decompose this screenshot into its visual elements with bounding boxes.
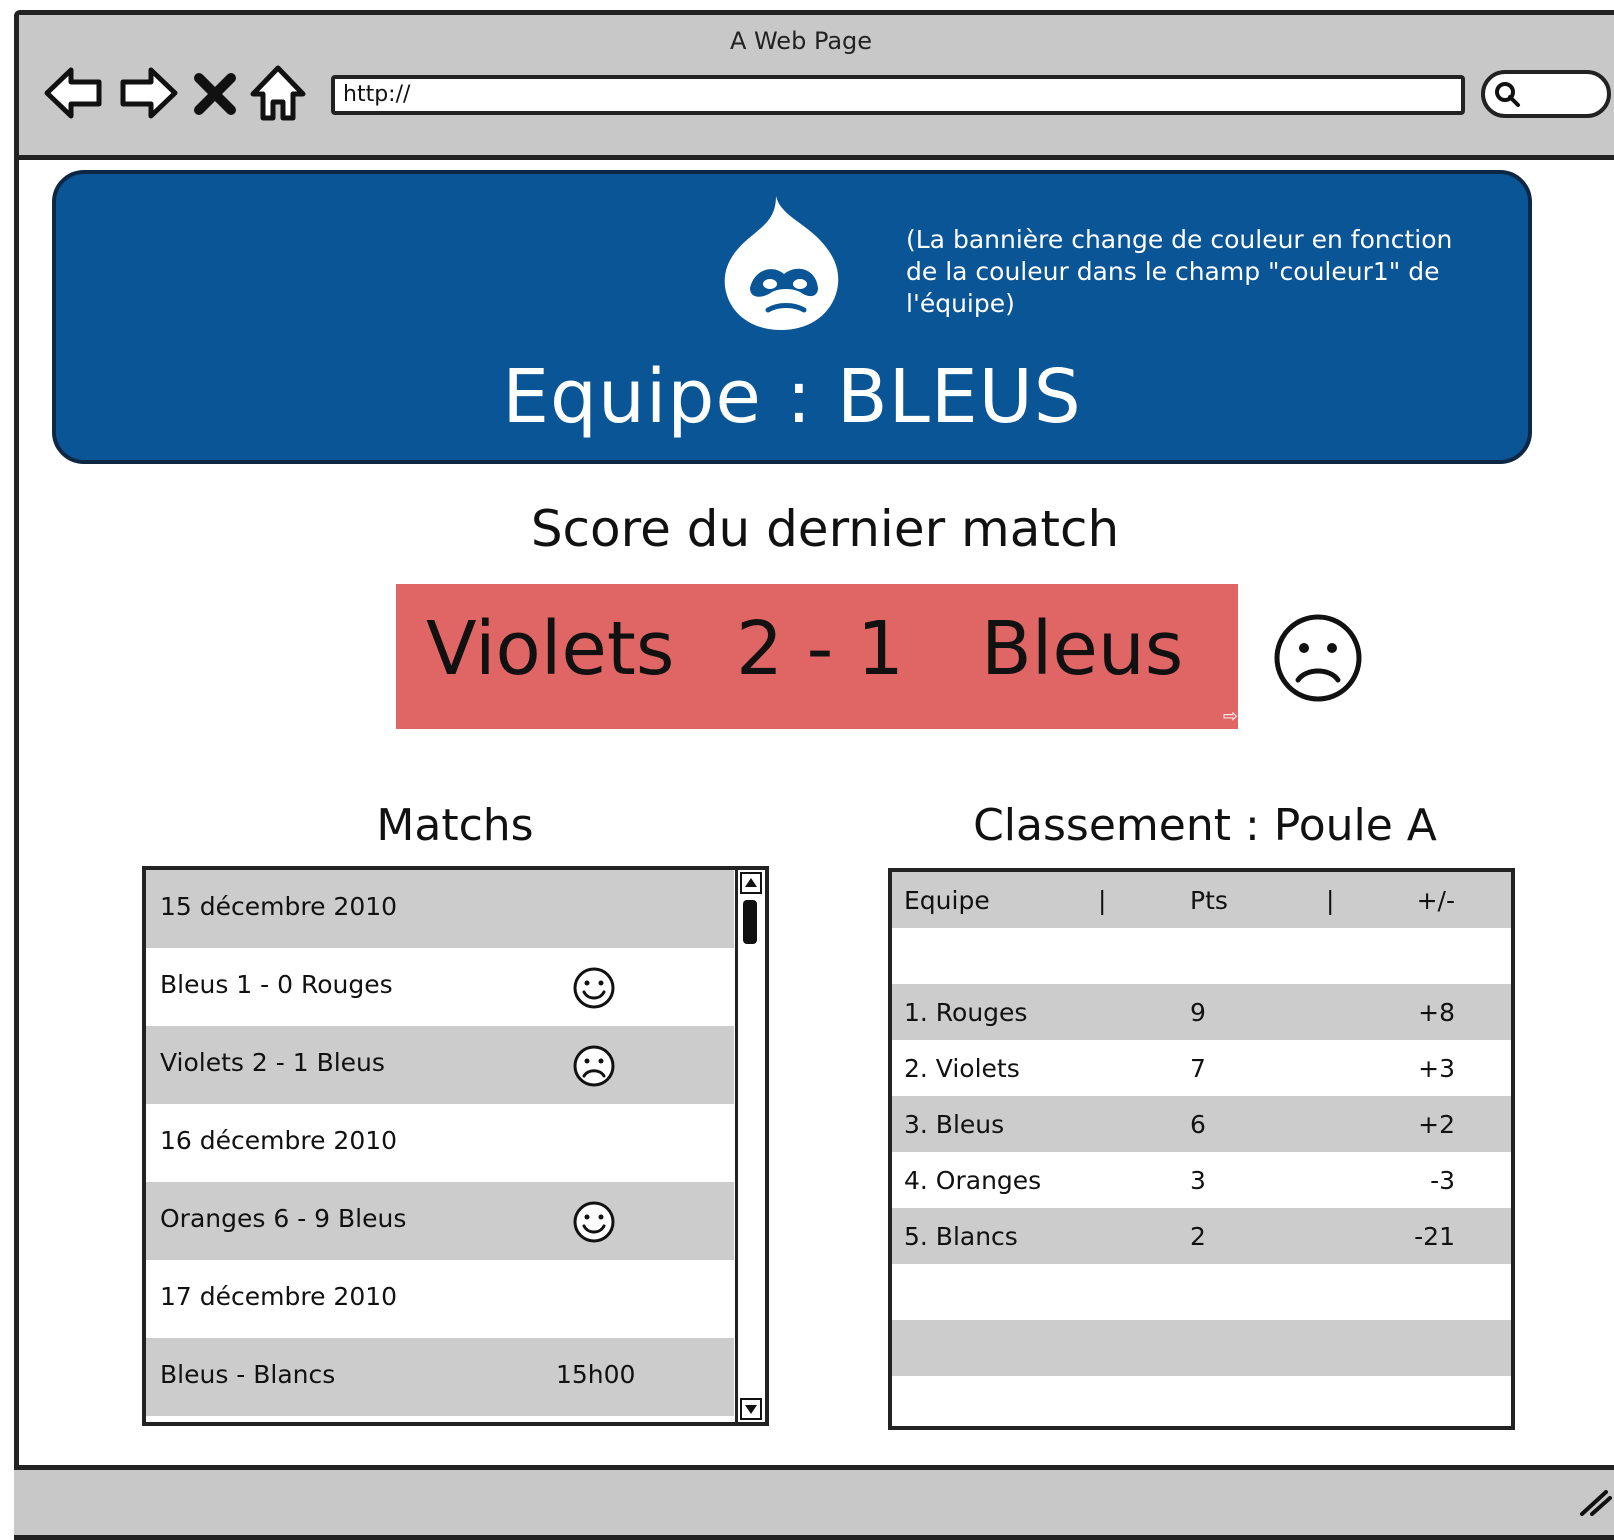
- resize-arrow-icon: ⇨: [1222, 706, 1238, 727]
- goal-difference: -21: [1414, 1222, 1455, 1251]
- list-item[interactable]: 17 décembre 2010: [146, 1260, 734, 1338]
- matches-heading: Matchs: [376, 800, 534, 851]
- happy-face-icon: [573, 967, 615, 1009]
- match-time: 15h00: [556, 1360, 636, 1389]
- search-icon: [1495, 82, 1520, 107]
- table-row: 2. Violets 7 +3: [892, 1040, 1511, 1096]
- drupal-drop-icon: [724, 196, 839, 330]
- last-match-score-box: Violets 2 - 1 Bleus ⇨: [396, 584, 1238, 729]
- forward-arrow-icon[interactable]: [115, 60, 181, 126]
- team-name: 2. Violets: [904, 1054, 1020, 1083]
- goal-difference: +8: [1418, 998, 1455, 1027]
- sad-face-icon: [573, 1045, 615, 1087]
- team-points: 2: [1190, 1222, 1206, 1251]
- matches-list[interactable]: 15 décembre 2010 Bleus 1 - 0 Rouges Viol…: [142, 866, 769, 1426]
- sad-face-icon: [1274, 614, 1362, 702]
- team-points: 7: [1190, 1054, 1206, 1083]
- scroll-thumb[interactable]: [743, 900, 757, 944]
- table-row-empty: [892, 928, 1511, 984]
- table-row-empty: [892, 1376, 1511, 1426]
- column-header: Pts: [1190, 886, 1228, 915]
- list-item[interactable]: 16 décembre 2010: [146, 1104, 734, 1182]
- match-score: 2 - 1: [736, 606, 904, 692]
- match-date: 17 décembre 2010: [160, 1282, 398, 1311]
- team-name: 4. Oranges: [904, 1166, 1042, 1195]
- last-match-heading: Score du dernier match: [530, 500, 1120, 558]
- ranking-heading: Classement : Poule A: [973, 800, 1437, 851]
- window-title: A Web Page: [729, 27, 873, 55]
- column-header: Equipe: [904, 886, 990, 915]
- list-item[interactable]: 15 décembre 2010: [146, 870, 734, 948]
- browser-toolbar: A Web Page http://: [19, 15, 1614, 160]
- goal-difference: +3: [1418, 1054, 1455, 1083]
- list-item[interactable]: Bleus - Blancs 15h00: [146, 1338, 734, 1416]
- match-result: Oranges 6 - 9 Bleus: [160, 1204, 407, 1233]
- matches-scrollbar[interactable]: [735, 870, 765, 1422]
- column-header: +/-: [1416, 886, 1455, 915]
- banner-note: (La bannière change de couleur en foncti…: [906, 225, 1453, 318]
- goal-difference: +2: [1418, 1110, 1455, 1139]
- away-team: Bleus: [981, 606, 1184, 692]
- table-header: Equipe | Pts | +/-: [892, 872, 1511, 928]
- back-arrow-icon[interactable]: [41, 60, 107, 126]
- happy-face-icon: [573, 1201, 615, 1243]
- team-name: 5. Blancs: [904, 1222, 1018, 1251]
- list-item[interactable]: Bleus 1 - 0 Rouges: [146, 948, 734, 1026]
- scroll-down-icon[interactable]: [740, 1398, 762, 1420]
- match-upcoming: Bleus - Blancs: [160, 1360, 336, 1389]
- team-points: 6: [1190, 1110, 1206, 1139]
- table-row: 4. Oranges 3 -3: [892, 1152, 1511, 1208]
- team-points: 9: [1190, 998, 1206, 1027]
- goal-difference: -3: [1430, 1166, 1455, 1195]
- team-name: 1. Rouges: [904, 998, 1028, 1027]
- table-row: 1. Rouges 9 +8: [892, 984, 1511, 1040]
- match-result: Violets 2 - 1 Bleus: [160, 1048, 385, 1077]
- table-row-empty: [892, 1320, 1511, 1376]
- table-row: 5. Blancs 2 -21: [892, 1208, 1511, 1264]
- table-row-empty: [892, 1264, 1511, 1320]
- resize-grip-icon[interactable]: [1576, 1486, 1612, 1516]
- ranking-table: Equipe | Pts | +/- 1. Rouges 9 +8 2. Vio…: [888, 868, 1515, 1430]
- column-separator: |: [1326, 886, 1335, 915]
- team-points: 3: [1190, 1166, 1206, 1195]
- home-team: Violets: [426, 606, 675, 692]
- search-input[interactable]: [1481, 70, 1611, 118]
- home-icon[interactable]: [245, 60, 311, 126]
- stop-icon[interactable]: [187, 60, 243, 126]
- team-banner: (La bannière change de couleur en foncti…: [52, 170, 1532, 464]
- list-item[interactable]: Violets 2 - 1 Bleus: [146, 1026, 734, 1104]
- column-separator: |: [1098, 886, 1107, 915]
- status-bar: [14, 1465, 1614, 1535]
- match-date: 16 décembre 2010: [160, 1126, 398, 1155]
- team-title: Equipe : BLEUS: [502, 354, 1082, 440]
- url-input[interactable]: http://: [331, 75, 1465, 115]
- list-item[interactable]: Oranges 6 - 9 Bleus: [146, 1182, 734, 1260]
- table-row: 3. Bleus 6 +2: [892, 1096, 1511, 1152]
- match-date: 15 décembre 2010: [160, 892, 398, 921]
- scroll-up-icon[interactable]: [740, 872, 762, 894]
- match-result: Bleus 1 - 0 Rouges: [160, 970, 393, 999]
- team-name: 3. Bleus: [904, 1110, 1005, 1139]
